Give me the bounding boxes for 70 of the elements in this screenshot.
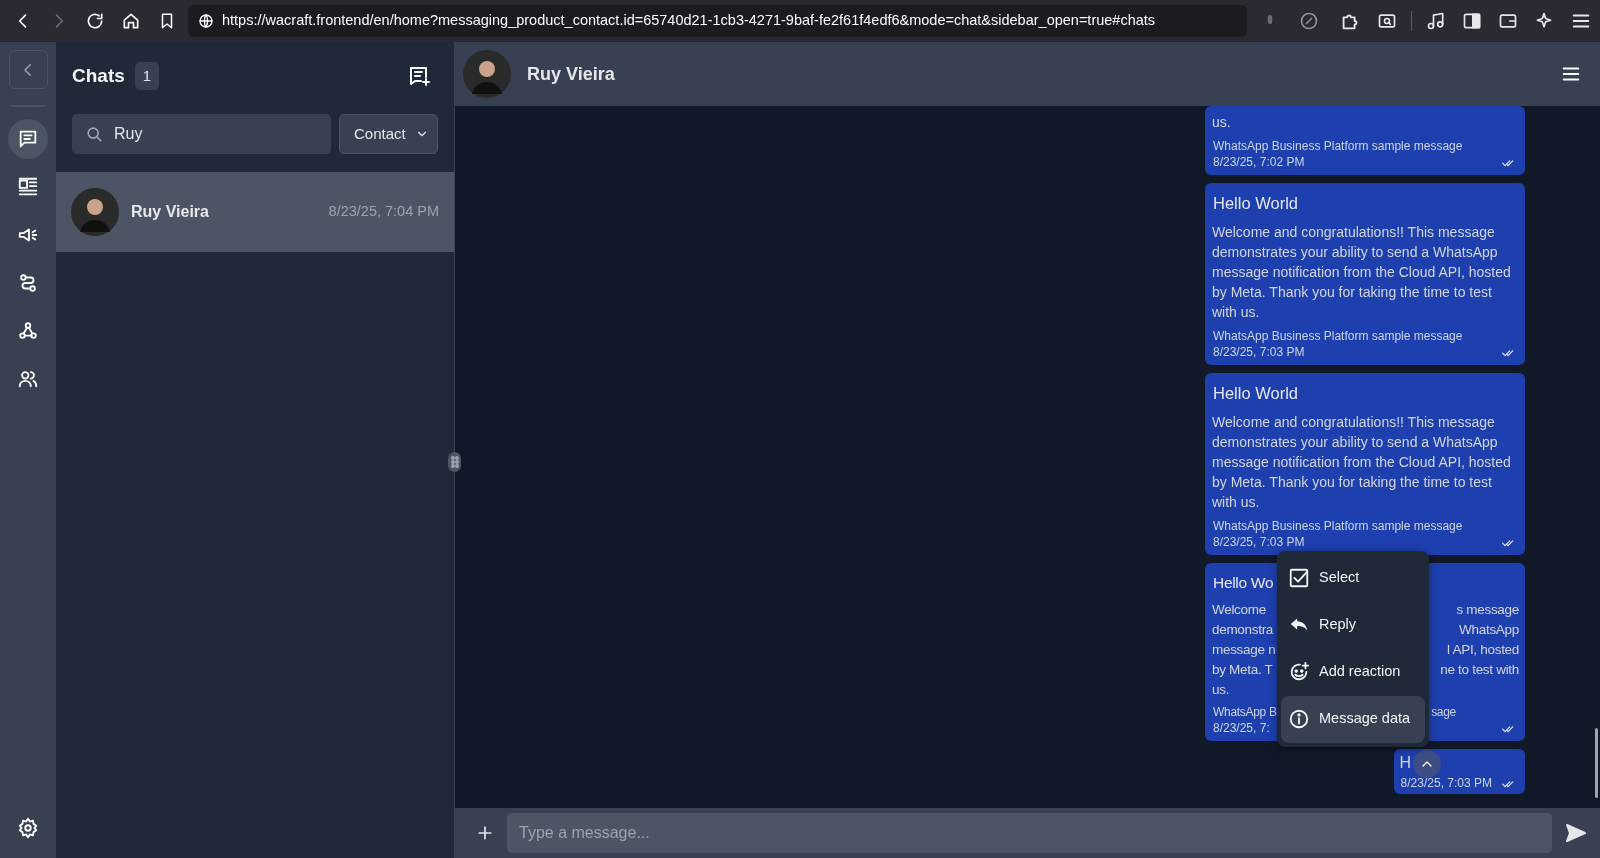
message-title: Hello World bbox=[1212, 383, 1299, 404]
checkbox-icon bbox=[1288, 567, 1310, 590]
menu-item[interactable]: Reply bbox=[1281, 601, 1425, 649]
settings-icon bbox=[17, 817, 39, 839]
message-caption: sage bbox=[1431, 704, 1456, 720]
chat-icon bbox=[17, 128, 39, 150]
message-text: message n bbox=[1212, 641, 1276, 659]
note-plus-icon bbox=[407, 64, 431, 88]
message-input[interactable]: Type a message... bbox=[507, 813, 1552, 853]
avatar bbox=[71, 188, 119, 236]
message-bubble[interactable]: H 8/23/25, 7:03 PM bbox=[1393, 749, 1525, 794]
contact-name: Ruy Vieira bbox=[527, 62, 615, 86]
scrollbar[interactable] bbox=[1595, 728, 1598, 798]
grip-icon bbox=[450, 456, 459, 468]
compass-icon[interactable] bbox=[1299, 11, 1319, 31]
message-title: Hello Wo bbox=[1213, 573, 1274, 591]
filter-dropdown[interactable]: Contact bbox=[339, 114, 438, 154]
reader-icon[interactable] bbox=[1377, 11, 1397, 31]
info-icon bbox=[1288, 708, 1310, 731]
message-time: 8/23/25, 7:03 PM bbox=[1213, 533, 1305, 550]
message-time: 8/23/25, 7:03 PM bbox=[1213, 344, 1305, 360]
message-text: by Meta. T bbox=[1212, 661, 1273, 679]
message-bubble[interactable] bbox=[1205, 183, 1525, 365]
globe-icon bbox=[198, 13, 214, 29]
message-text: s message bbox=[1456, 601, 1519, 619]
chat-time: 8/23/25, 7:04 PM bbox=[328, 202, 439, 222]
message-text: us. bbox=[1211, 113, 1232, 133]
chat-item[interactable]: Ruy Vieira 8/23/25, 7:04 PM bbox=[56, 172, 454, 252]
search-field[interactable]: Ruy bbox=[72, 114, 331, 154]
message-bubble[interactable]: us. WhatsApp Business Platform sample message 8/23/25, 7:02 PM bbox=[1205, 106, 1525, 176]
webhook-icon bbox=[17, 320, 39, 342]
message-text: us. bbox=[1212, 681, 1230, 699]
message-caption: WhatsApp Business Platform sample message bbox=[1213, 518, 1463, 533]
message-text: demonstra bbox=[1212, 621, 1274, 639]
message-caption: WhatsApp B bbox=[1213, 704, 1277, 720]
scroll-button[interactable] bbox=[1413, 750, 1442, 778]
message-text: Welcome bbox=[1212, 601, 1266, 619]
message-time: 8/23/25, 7: bbox=[1213, 720, 1270, 736]
message-caption: WhatsApp Business Platform sample message bbox=[1213, 329, 1463, 343]
message-title: Hello World bbox=[1212, 193, 1299, 215]
message-time: 8/23/25, 7:03 PM bbox=[1400, 775, 1492, 791]
send-icon[interactable] bbox=[1564, 821, 1588, 845]
message-bubble[interactable] bbox=[1205, 373, 1525, 555]
address-bar[interactable]: https://wacraft.frontend/en/home?messaging_product_contact.id=65740d21-1cb3-4271-9baf-fe2f61f4edf6&mode=chat&sidebar_open=true#chats bbox=[188, 5, 1247, 37]
url-text: https://wacraft.frontend/en/home?messaging_product_contact.id=65740d21-1cb3-4271-9baf-fe2f61f4edf6&mode=chat&sidebar_open=true#chats bbox=[222, 11, 1156, 31]
wallet-icon[interactable] bbox=[1498, 11, 1518, 31]
message-caption: WhatsApp Business Platform sample message bbox=[1213, 139, 1463, 154]
contacts-icon bbox=[17, 368, 39, 390]
message-text: Welcome and congratulations!! This message demonstrates your ability to send a WhatsApp message notification from the Cloud API, hosted by Meta. Thank you for taking the time to test with us. bbox=[1211, 412, 1512, 512]
home-icon bbox=[121, 11, 141, 31]
resize-handle[interactable] bbox=[448, 452, 461, 472]
sparkle-icon[interactable] bbox=[1534, 11, 1554, 31]
reload-icon bbox=[85, 11, 105, 31]
panel-title: Chats bbox=[72, 63, 125, 88]
menu-item[interactable]: Message data bbox=[1281, 695, 1425, 743]
music-icon[interactable] bbox=[1426, 11, 1446, 31]
count-badge: 1 bbox=[134, 61, 160, 91]
nav-button[interactable] bbox=[8, 119, 48, 159]
message-time: 8/23/25, 7:02 PM bbox=[1213, 154, 1305, 171]
message-text: l API, hosted bbox=[1447, 641, 1519, 659]
message-text: Welcome and congratulations!! This message demonstrates your ability to send a WhatsApp message notification from the Cloud API, hosted by Meta. Thank you for taking the time to test with us. bbox=[1211, 223, 1512, 322]
message-text: H bbox=[1398, 753, 1412, 773]
message-text: ne to test with bbox=[1440, 661, 1519, 679]
list-layout-icon bbox=[17, 176, 39, 198]
message-text: WhatsApp bbox=[1459, 621, 1519, 639]
contact-name: Ruy Vieira bbox=[131, 202, 210, 222]
menu-item[interactable]: Add reaction bbox=[1281, 648, 1425, 696]
avatar bbox=[463, 50, 511, 98]
flow-icon bbox=[17, 272, 39, 294]
sidebar-icon[interactable] bbox=[1462, 11, 1482, 31]
